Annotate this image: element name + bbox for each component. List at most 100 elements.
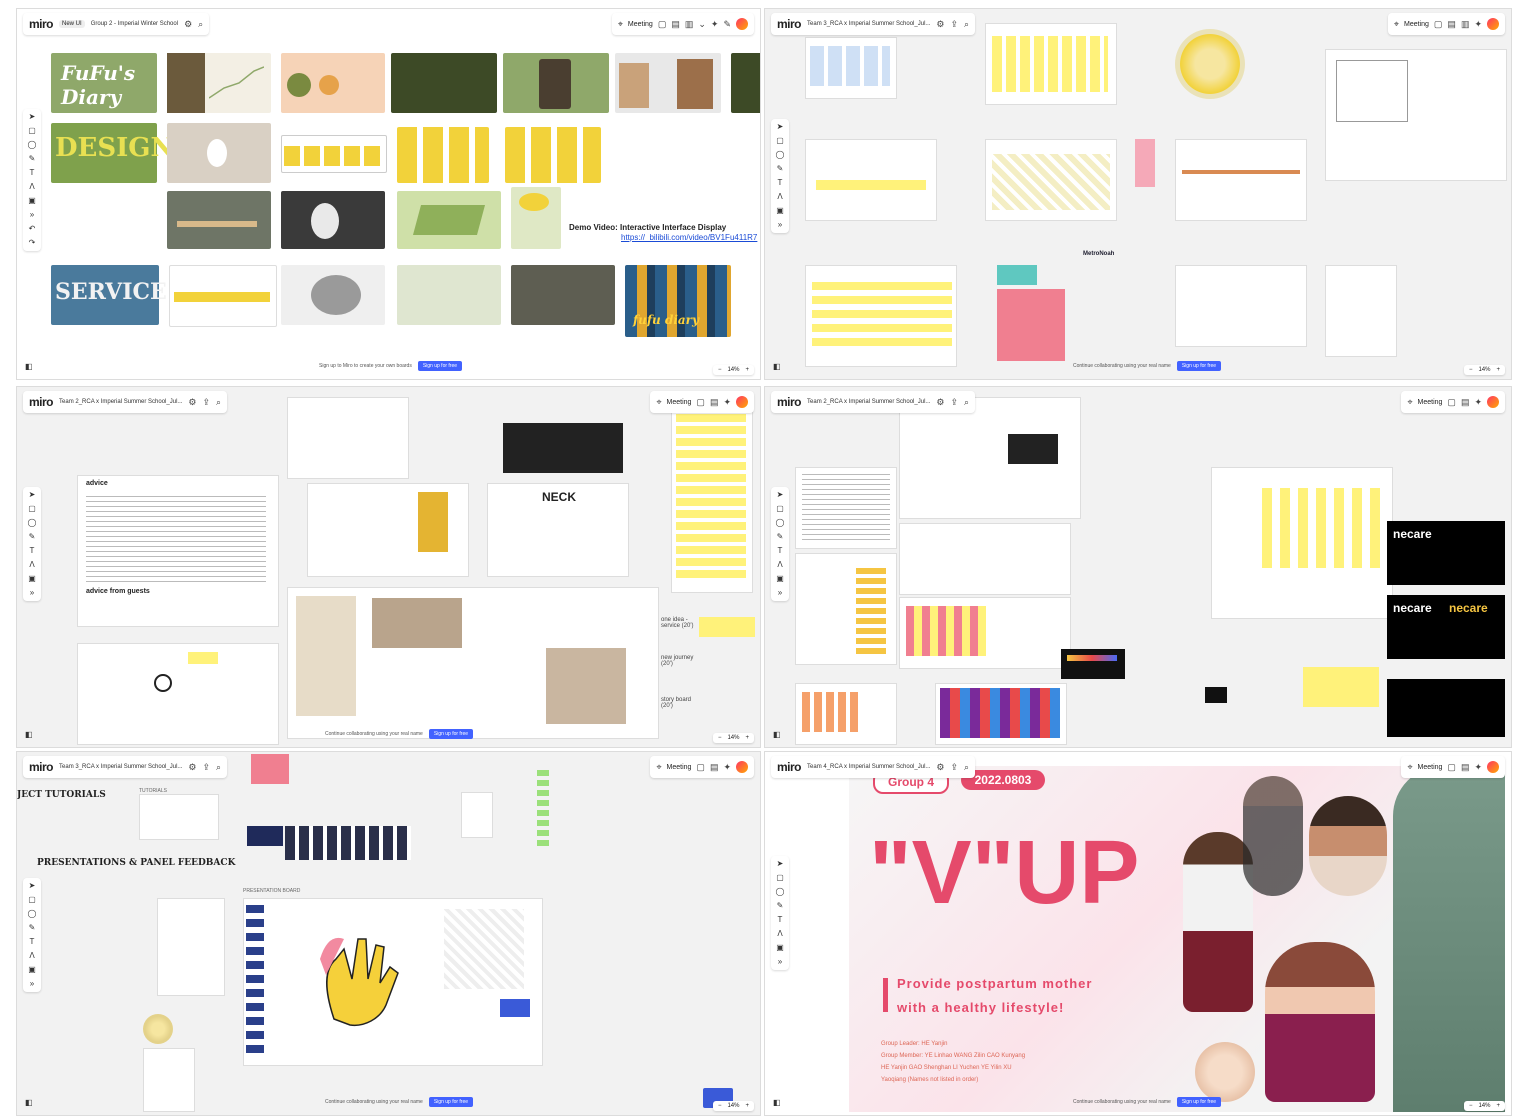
board-thumbnail[interactable]	[167, 123, 271, 183]
service-blueprint[interactable]	[805, 265, 957, 367]
search-icon[interactable]: ⌕	[216, 762, 221, 773]
sticky-icon[interactable]: ▢	[28, 505, 36, 513]
comment-icon[interactable]: ▣	[776, 575, 784, 583]
more-tools-icon[interactable]: »	[778, 958, 782, 966]
neck-board[interactable]: NECK	[487, 483, 629, 577]
zoom-level[interactable]: 14%	[1478, 1103, 1490, 1109]
sketch-board[interactable]	[899, 523, 1071, 595]
cursor-icon[interactable]: ⌖	[656, 762, 661, 773]
cursor-icon[interactable]: ⌖	[656, 397, 661, 408]
reaction-icon[interactable]: ✦	[723, 397, 731, 408]
board-thumbnail[interactable]	[167, 53, 271, 113]
board-thumbnail[interactable]	[281, 53, 385, 113]
zoom-in-button[interactable]: +	[745, 367, 749, 373]
chat-icon[interactable]: ▢	[1434, 19, 1443, 30]
sticky-icon[interactable]: ▢	[28, 896, 36, 904]
journey-map[interactable]	[169, 265, 277, 327]
text-icon[interactable]: T	[30, 547, 35, 555]
connector-icon[interactable]: Λ	[777, 930, 782, 938]
frames-icon[interactable]: ▤	[1461, 397, 1470, 408]
zoom-out-button[interactable]: −	[718, 1103, 722, 1109]
text-board[interactable]	[795, 467, 897, 549]
fufu-poster[interactable]: fufu diary	[625, 265, 731, 337]
miro-logo[interactable]: miro	[777, 17, 802, 31]
cluster-board[interactable]	[795, 683, 897, 745]
meeting-button[interactable]: Meeting	[1418, 764, 1443, 771]
gear-icon[interactable]: ⚙	[936, 19, 944, 30]
search-icon[interactable]: ⌕	[964, 19, 969, 30]
pen-tool-icon[interactable]: ✎	[29, 155, 36, 163]
reaction-icon[interactable]: ✦	[711, 19, 719, 30]
sketch-collage[interactable]	[287, 587, 659, 739]
board-thumbnail[interactable]	[615, 53, 721, 113]
share-icon[interactable]: ⇪	[950, 762, 958, 773]
search-icon[interactable]: ⌕	[216, 397, 221, 408]
avatar[interactable]	[1487, 761, 1499, 773]
sticky-icon[interactable]: ▢	[776, 505, 784, 513]
board-thumbnail[interactable]	[511, 265, 615, 325]
share-icon[interactable]: ⇪	[202, 397, 210, 408]
note-card[interactable]	[461, 792, 493, 838]
miro-logo[interactable]: miro	[29, 760, 54, 774]
storyboard-card[interactable]	[143, 1048, 195, 1112]
more-tools-icon[interactable]: »	[778, 221, 782, 229]
sticky-icon[interactable]: ▢	[776, 137, 784, 145]
select-icon[interactable]: ➤	[777, 491, 784, 499]
framework-board[interactable]	[1211, 467, 1393, 619]
fufu-cover[interactable]: FuFu's Diary	[51, 53, 157, 113]
notes-icon[interactable]: ▥	[1461, 19, 1470, 30]
reaction-icon[interactable]: ✦	[723, 762, 731, 773]
sticky-icon[interactable]: ▢	[776, 874, 784, 882]
storyboard-grid[interactable]	[397, 127, 489, 183]
avatar[interactable]	[1487, 18, 1499, 30]
zoom-in-button[interactable]: +	[1496, 367, 1500, 373]
cursor-icon[interactable]: ⌖	[1394, 19, 1399, 30]
pen-tool-icon[interactable]: ✎	[777, 165, 784, 173]
design-cover[interactable]: DESIGN	[51, 123, 174, 183]
image-thumb[interactable]	[1205, 687, 1227, 703]
notes-icon[interactable]: ▥	[685, 19, 694, 30]
shape-icon[interactable]: ◯	[776, 151, 785, 159]
mindmap-board[interactable]	[795, 553, 897, 665]
gear-icon[interactable]: ⚙	[936, 762, 944, 773]
connector-icon[interactable]: Λ	[29, 952, 34, 960]
meeting-button[interactable]: Meeting	[628, 21, 653, 28]
handwritten-note[interactable]	[157, 898, 225, 996]
frames-icon[interactable]: ▤	[710, 762, 719, 773]
sticky-note[interactable]	[1135, 139, 1155, 187]
hmw-board[interactable]	[805, 139, 937, 221]
panel-toggle-icon[interactable]: ◧	[773, 362, 781, 371]
comment-icon[interactable]: ▣	[28, 575, 36, 583]
search-icon[interactable]: ⌕	[964, 397, 969, 408]
board-name[interactable]: Team 4_RCA x Imperial Summer School_Jul.…	[807, 764, 930, 770]
student-map[interactable]	[985, 23, 1117, 105]
select-icon[interactable]: ➤	[29, 882, 36, 890]
comment-icon[interactable]: ▣	[776, 944, 784, 952]
redo-icon[interactable]: ↷	[29, 239, 36, 247]
board-thumbnail[interactable]	[511, 187, 561, 249]
reaction-icon[interactable]: ✦	[1474, 762, 1482, 773]
signup-button[interactable]: Sign up for free	[428, 729, 474, 739]
gear-icon[interactable]: ⚙	[936, 397, 944, 408]
more-tools-icon[interactable]: »	[30, 211, 34, 219]
shape-icon[interactable]: ◯	[776, 888, 785, 896]
avatar[interactable]	[1487, 396, 1499, 408]
more-tools-icon[interactable]: »	[778, 589, 782, 597]
board-thumbnail[interactable]	[731, 53, 760, 113]
zoom-level[interactable]: 14%	[727, 735, 739, 741]
meeting-button[interactable]: Meeting	[1404, 21, 1429, 28]
panel-toggle-icon[interactable]: ◧	[773, 730, 781, 739]
chat-icon[interactable]: ▢	[696, 762, 705, 773]
sticky-icon[interactable]: ▢	[28, 127, 36, 135]
pen-tool-icon[interactable]: ✎	[29, 533, 36, 541]
chat-icon[interactable]: ▢	[1447, 762, 1456, 773]
storyboard-strip[interactable]	[281, 135, 387, 173]
connector-icon[interactable]: Λ	[777, 561, 782, 569]
panel-toggle-icon[interactable]: ◧	[25, 362, 33, 371]
sticky-note[interactable]	[997, 289, 1065, 361]
sticky-note[interactable]	[251, 754, 289, 784]
panel-toggle-icon[interactable]: ◧	[773, 1098, 781, 1107]
checklist-board[interactable]	[1325, 265, 1397, 357]
undo-icon[interactable]: ↶	[29, 225, 36, 233]
pen-tool-icon[interactable]: ✎	[777, 902, 784, 910]
